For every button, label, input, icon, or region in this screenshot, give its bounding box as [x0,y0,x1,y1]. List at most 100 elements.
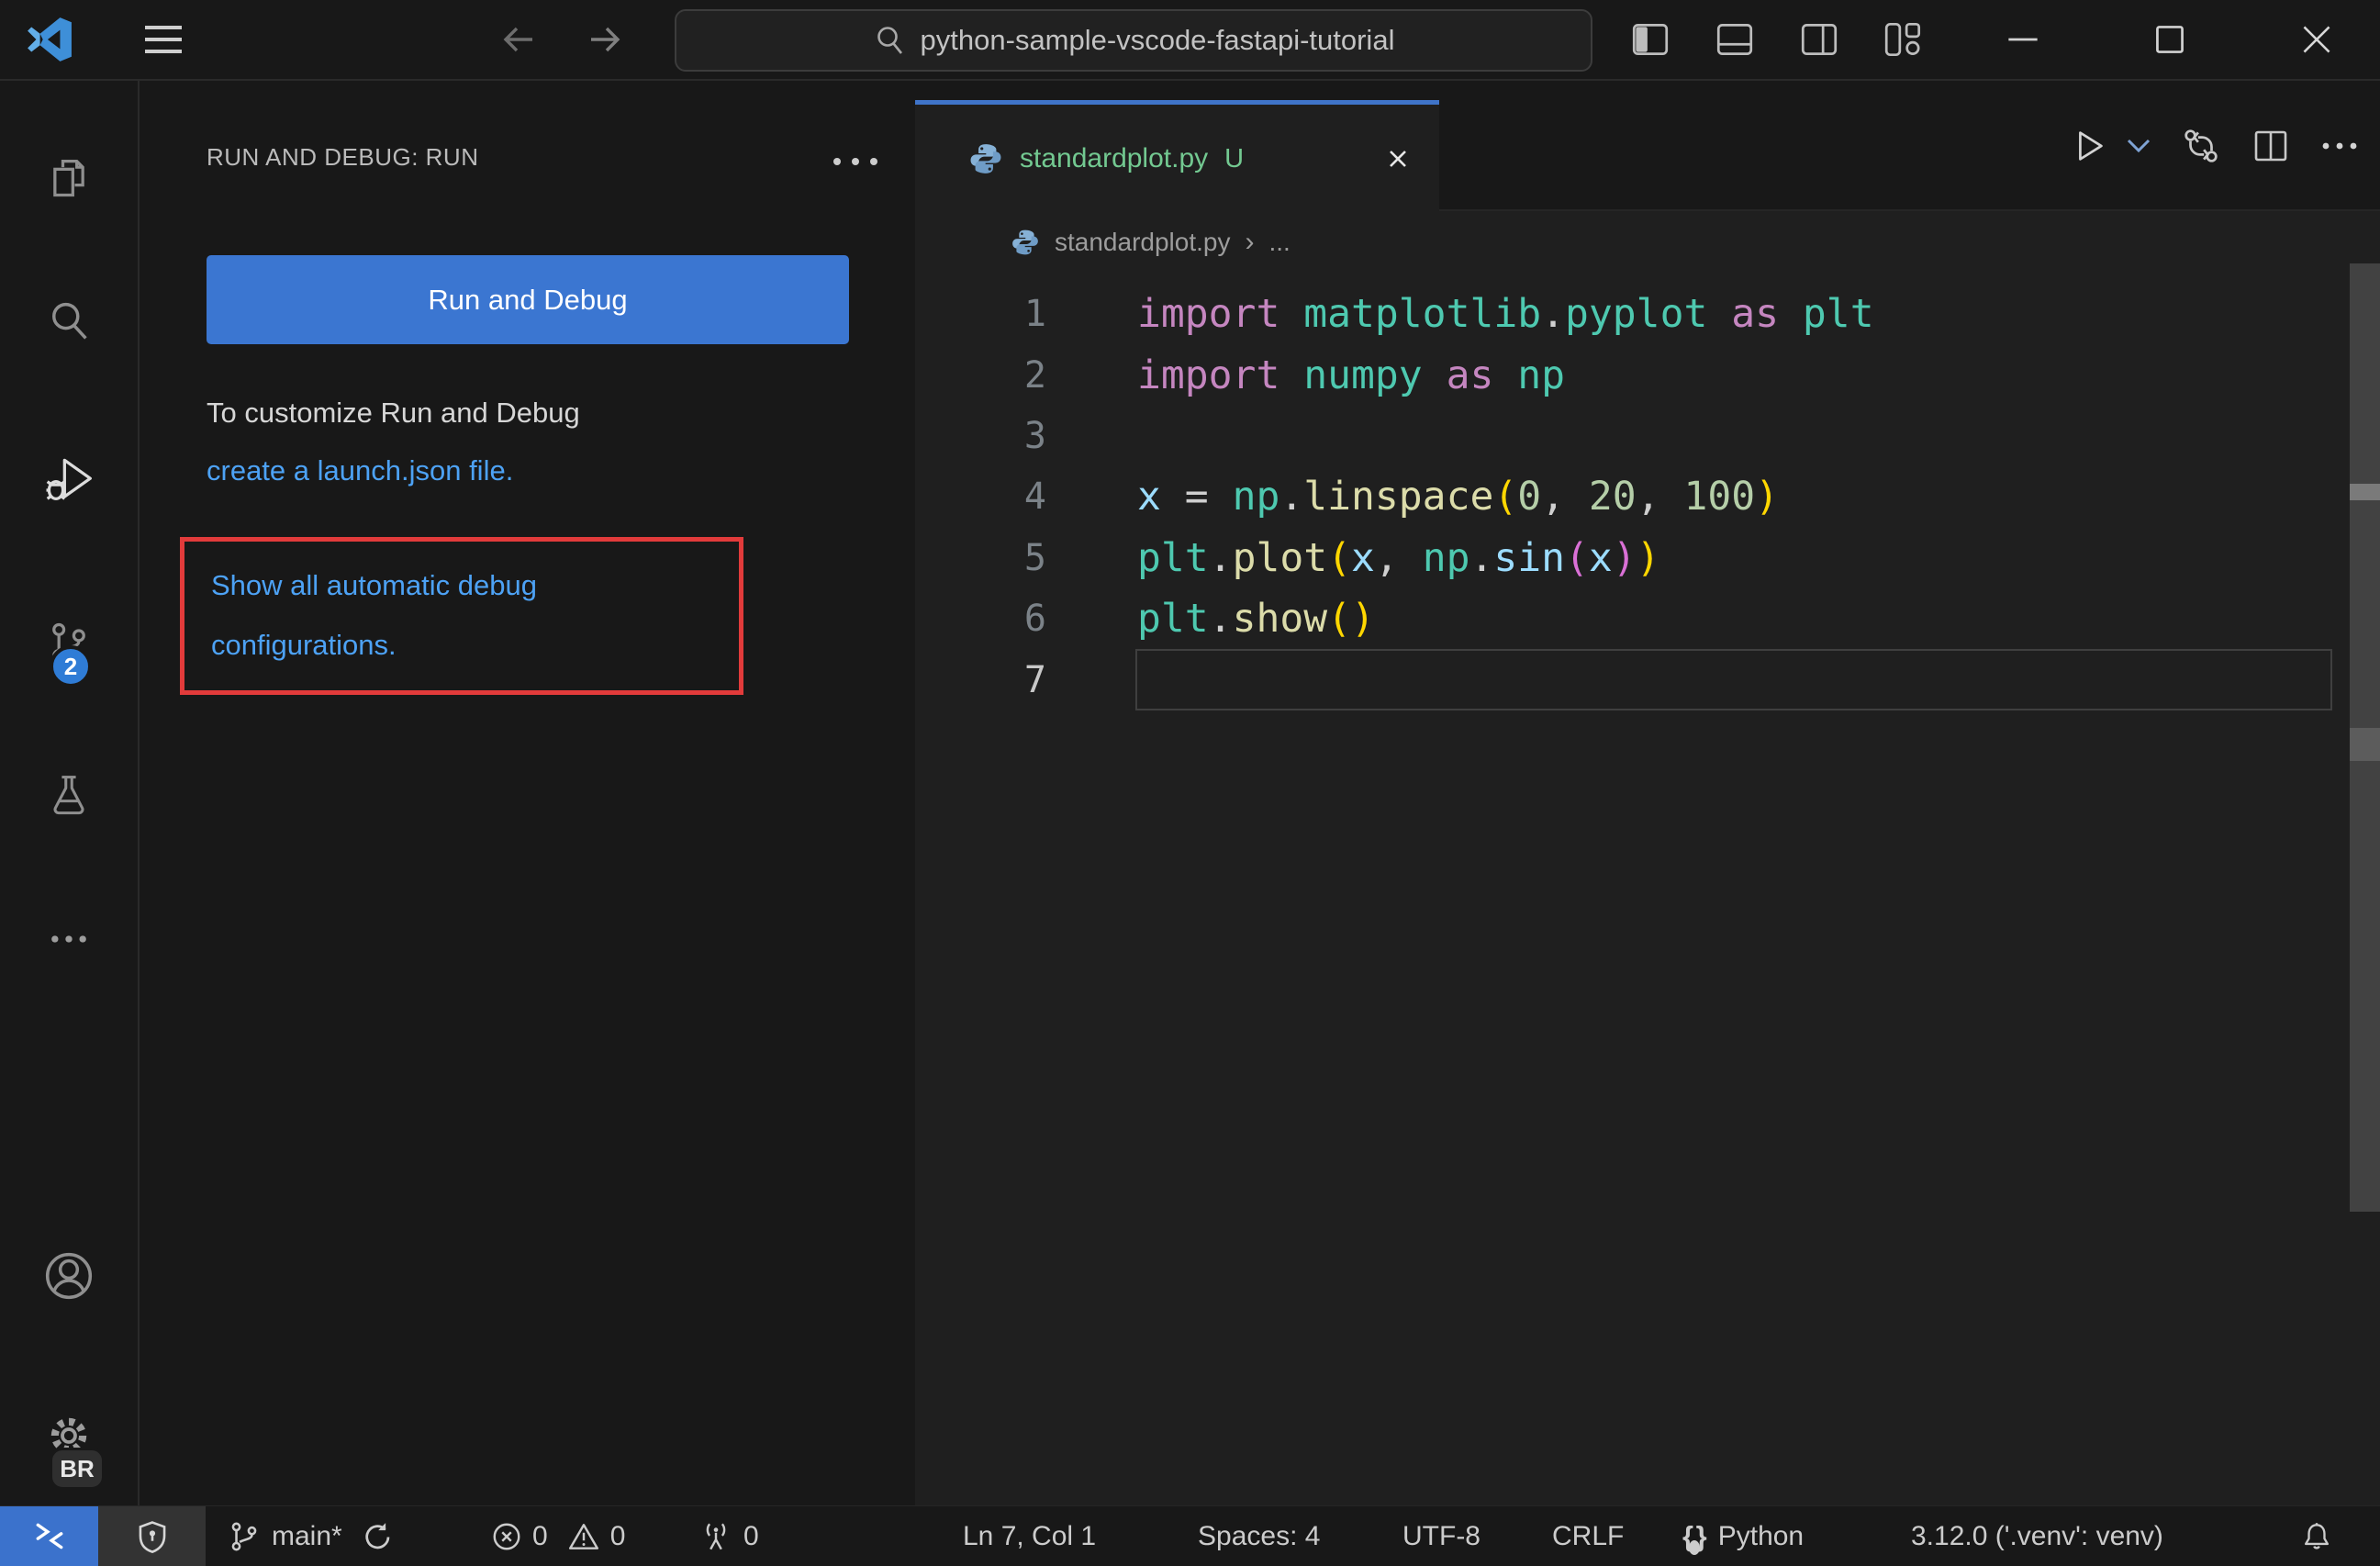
code-line-5[interactable]: 5 plt. plot(x, np. sin(x)) [915,528,2380,588]
toggle-primary-sidebar-icon[interactable] [1625,0,1676,79]
command-center-search[interactable]: python-sample-vscode-fastapi-tutorial [675,9,1592,72]
customize-layout-icon[interactable] [1878,0,1929,79]
run-and-debug-button[interactable]: Run and Debug [207,255,849,344]
tab-standardplot-py[interactable]: standardplot.py U [915,100,1439,213]
explorer-icon[interactable] [0,133,138,221]
tab-close-icon[interactable] [1384,145,1412,173]
code-line-4[interactable]: 4 x = np. linspace(0, 20, 100) [915,466,2380,527]
code-line-1[interactable]: 1 import matplotlib. pyplot as plt [915,284,2380,344]
run-and-debug-sidebar: RUN AND DEBUG: RUN Run and Debug To cust… [140,81,915,1505]
braces-icon: { } [1682,1520,1707,1555]
status-bar: main* 0 0 0 Ln 7, Col 1 Spaces: 4 UTF-8 … [0,1505,2380,1566]
toggle-secondary-sidebar-icon[interactable] [1793,0,1845,79]
line-number: 5 [1023,536,1046,579]
menu-hamburger-icon[interactable] [136,0,191,79]
show-debug-configurations-link[interactable]: Show all automatic debug configurations. [211,555,725,675]
problems-item[interactable]: 0 0 [490,1506,625,1566]
code-token: ( [1327,596,1352,643]
code-token: 0 [1517,474,1542,520]
indentation-item[interactable]: Spaces: 4 [1198,1506,1320,1566]
editor-more-actions-icon[interactable] [2319,138,2360,154]
encoding-item[interactable]: UTF-8 [1402,1506,1481,1566]
line-content: plt. plot(x, np. sin(x)) [1135,528,2332,588]
line-content: import matplotlib. pyplot as plt [1135,284,2332,344]
editor-tab-bar: standardplot.py U [915,81,2380,213]
code-token: . [1208,596,1233,643]
code-token: ) [1636,534,1660,581]
go-back-icon[interactable] [492,0,547,79]
language-name: Python [1717,1520,1805,1551]
create-launch-json-link[interactable]: create a launch.json file. [207,454,513,487]
code-token: as [1446,352,1494,398]
search-view-icon[interactable] [0,277,138,365]
window-close-icon[interactable] [2291,0,2342,79]
sidebar-more-actions-icon[interactable] [823,138,888,185]
overview-ruler-mark [2350,484,2380,500]
code-token: np [1422,534,1470,581]
error-count: 0 [532,1520,548,1551]
more-views-icon[interactable] [0,895,138,983]
language-mode-item[interactable]: { } Python [1682,1506,1804,1566]
tab-file-name: standardplot.py [1020,143,1209,173]
remote-indicator[interactable] [0,1506,98,1566]
code-line-6[interactable]: 6 plt. show() [915,588,2380,649]
go-forward-icon[interactable] [576,0,631,79]
code-token: as [1731,291,1780,338]
git-branch-icon [231,1522,257,1550]
error-icon [493,1523,520,1549]
run-and-debug-icon[interactable] [0,433,138,521]
code-line-3[interactable]: 3 [915,406,2380,466]
code-token: = [1160,474,1233,520]
customize-hint-line: To customize Run and Debug [207,397,580,429]
breadcrumb-symbol[interactable]: ... [1268,228,1290,257]
notifications-bell-icon[interactable] [2300,1506,2333,1566]
code-line-7[interactable]: 7 [915,649,2380,710]
code-token: ( [1565,534,1589,581]
run-python-file-icon[interactable] [2068,125,2110,167]
breadcrumb-file[interactable]: standardplot.py [1055,228,1230,257]
run-dropdown-chevron-icon[interactable] [2125,136,2152,156]
window-maximize-icon[interactable] [2144,0,2196,79]
python-file-icon [968,141,1003,176]
code-token: . [1541,291,1566,338]
code-token: plt [1802,291,1874,338]
code-line-2[interactable]: 2 import numpy as np [915,344,2380,405]
code-token: . [1279,474,1304,520]
testing-icon[interactable] [0,750,138,838]
line-content: import numpy as np [1135,344,2332,405]
code-token: ) [1612,534,1637,581]
red-highlight-annotation: Show all automatic debug configurations. [180,537,743,695]
code-token: ) [1755,474,1780,520]
eol-item[interactable]: CRLF [1552,1506,1624,1566]
ports-count: 0 [743,1520,759,1551]
line-content [1135,649,2332,710]
window-minimize-icon[interactable] [1997,0,2049,79]
python-file-icon [1011,228,1040,257]
python-interpreter-item[interactable]: 3.12.0 ('.venv': venv) [1911,1506,2163,1566]
editor-scrollbar[interactable] [2350,263,2380,1212]
git-branch-item[interactable]: main* [228,1506,392,1566]
split-editor-icon[interactable] [2250,125,2292,167]
editor-toolbar [2068,81,2360,211]
shield-icon [139,1520,165,1553]
customize-hint-text: To customize Run and Debug create a laun… [207,384,580,499]
source-control-badge: 2 [50,645,92,688]
code-token: , [1541,474,1589,520]
overview-ruler-cursor-mark [2350,728,2380,761]
breadcrumb-chevron-icon: › [1245,227,1255,257]
cursor-position-item[interactable]: Ln 7, Col 1 [963,1506,1096,1566]
line-number: 1 [1023,293,1046,336]
search-value: python-sample-vscode-fastapi-tutorial [920,24,1395,56]
toggle-panel-icon[interactable] [1709,0,1760,79]
code-token: , [1374,534,1423,581]
workspace-trust-item[interactable] [98,1506,206,1566]
radio-tower-icon [706,1523,726,1549]
code-editor[interactable]: 1 import matplotlib. pyplot as plt 2 import … [915,274,2380,1505]
account-icon[interactable] [0,1232,138,1320]
open-changes-icon[interactable] [2180,125,2222,167]
ports-item[interactable]: 0 [698,1506,759,1566]
line-number: 7 [1023,658,1046,701]
